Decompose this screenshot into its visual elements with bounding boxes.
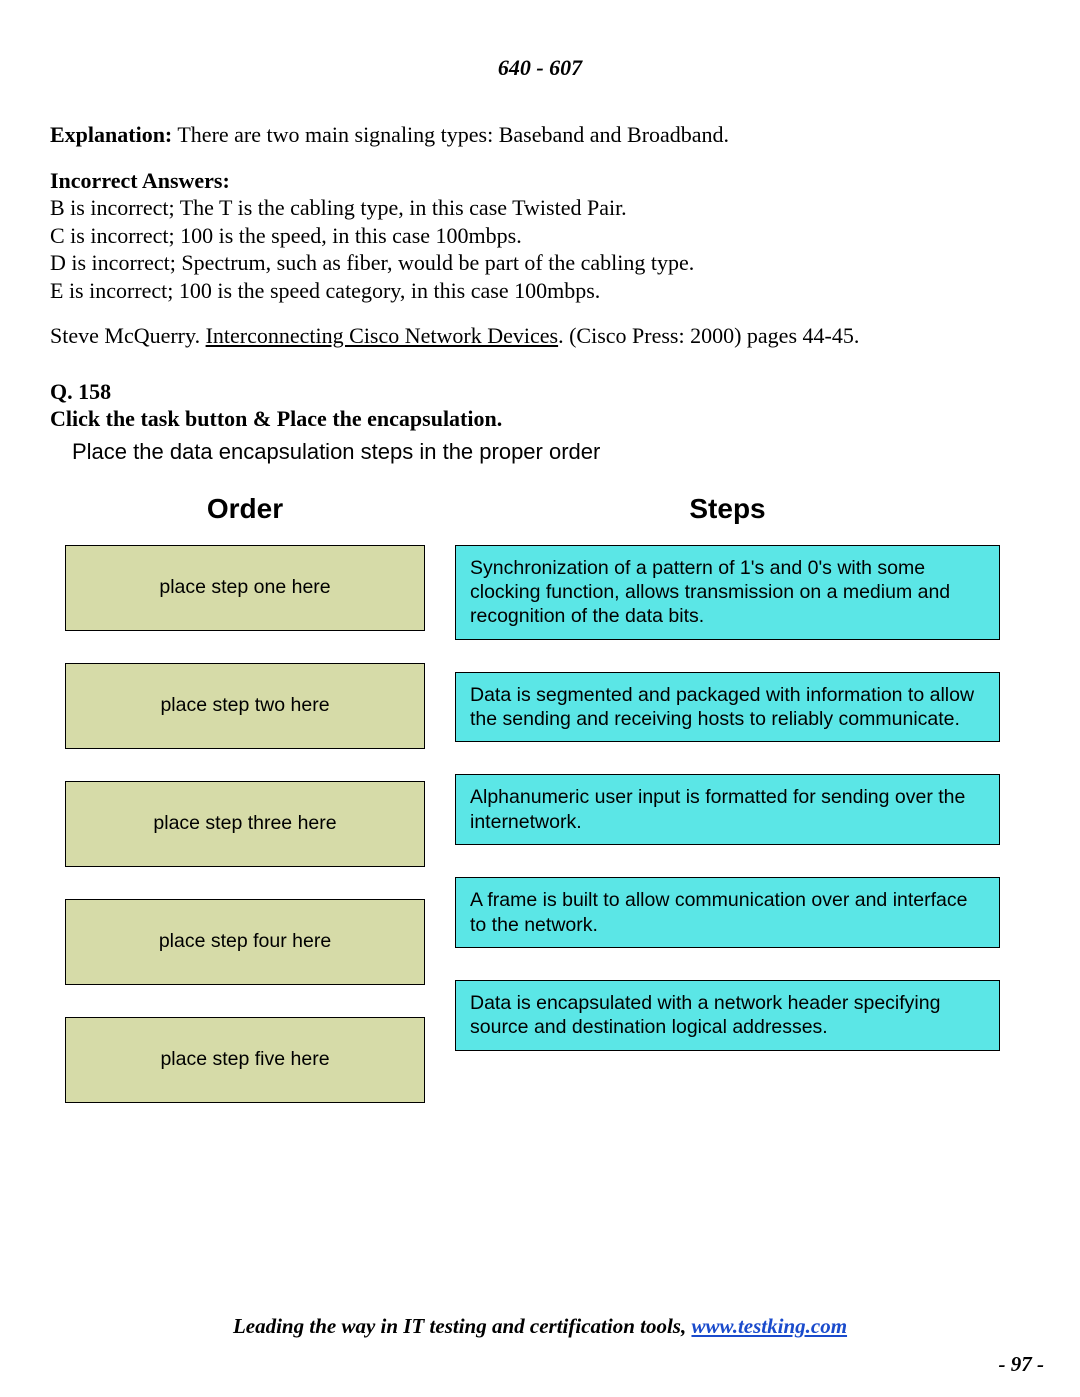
step-item-5[interactable]: Data is encapsulated with a network head… xyxy=(455,980,1000,1051)
reference-title: Interconnecting Cisco Network Devices xyxy=(206,323,559,348)
reference-tail: . (Cisco Press: 2000) pages 44-45. xyxy=(558,323,859,348)
header-code: 640 - 607 xyxy=(50,55,1030,81)
incorrect-label: Incorrect Answers: xyxy=(50,167,1030,195)
reference-author: Steve McQuerry. xyxy=(50,323,206,348)
footer: Leading the way in IT testing and certif… xyxy=(0,1314,1080,1339)
order-slot-4-label: place step four here xyxy=(159,929,331,953)
step-item-3-text: Alphanumeric user input is formatted for… xyxy=(470,785,985,834)
order-slot-2[interactable]: place step two here xyxy=(65,663,425,749)
order-slot-1[interactable]: place step one here xyxy=(65,545,425,631)
question-number: Q. 158 xyxy=(50,378,1030,406)
reference-line: Steve McQuerry. Interconnecting Cisco Ne… xyxy=(50,322,1030,350)
step-item-1[interactable]: Synchronization of a pattern of 1's and … xyxy=(455,545,1000,640)
drag-drop-area: Order place step one here place step two… xyxy=(50,493,1030,1135)
step-item-4[interactable]: A frame is built to allow communication … xyxy=(455,877,1000,948)
explanation-label: Explanation: xyxy=(50,122,172,147)
explanation-text: There are two main signaling types: Base… xyxy=(172,122,729,147)
steps-header: Steps xyxy=(455,493,1000,525)
step-item-2-text: Data is segmented and packaged with info… xyxy=(470,683,985,732)
question-instruction: Place the data encapsulation steps in th… xyxy=(72,439,1030,465)
step-item-1-text: Synchronization of a pattern of 1's and … xyxy=(470,556,985,629)
incorrect-line-c: C is incorrect; 100 is the speed, in thi… xyxy=(50,222,1030,250)
explanation-line: Explanation: There are two main signalin… xyxy=(50,121,1030,149)
page-number: - 97 - xyxy=(999,1352,1045,1377)
footer-lead: Leading the way in IT testing and certif… xyxy=(233,1314,692,1338)
order-slot-5[interactable]: place step five here xyxy=(65,1017,425,1103)
order-slot-1-label: place step one here xyxy=(159,575,330,599)
step-item-3[interactable]: Alphanumeric user input is formatted for… xyxy=(455,774,1000,845)
body-text: Explanation: There are two main signalin… xyxy=(50,121,1030,433)
step-item-5-text: Data is encapsulated with a network head… xyxy=(470,991,985,1040)
order-header: Order xyxy=(65,493,425,525)
order-slot-3[interactable]: place step three here xyxy=(65,781,425,867)
steps-column: Steps Synchronization of a pattern of 1'… xyxy=(455,493,1000,1135)
order-column: Order place step one here place step two… xyxy=(65,493,425,1135)
order-slot-4[interactable]: place step four here xyxy=(65,899,425,985)
step-item-4-text: A frame is built to allow communication … xyxy=(470,888,985,937)
order-slot-2-label: place step two here xyxy=(160,693,329,717)
order-slot-3-label: place step three here xyxy=(153,811,336,835)
step-item-2[interactable]: Data is segmented and packaged with info… xyxy=(455,672,1000,743)
footer-link[interactable]: www.testking.com xyxy=(691,1314,847,1338)
order-slot-5-label: place step five here xyxy=(160,1047,329,1071)
incorrect-line-d: D is incorrect; Spectrum, such as fiber,… xyxy=(50,249,1030,277)
incorrect-line-b: B is incorrect; The T is the cabling typ… xyxy=(50,194,1030,222)
incorrect-line-e: E is incorrect; 100 is the speed categor… xyxy=(50,277,1030,305)
question-prompt: Click the task button & Place the encaps… xyxy=(50,405,1030,433)
